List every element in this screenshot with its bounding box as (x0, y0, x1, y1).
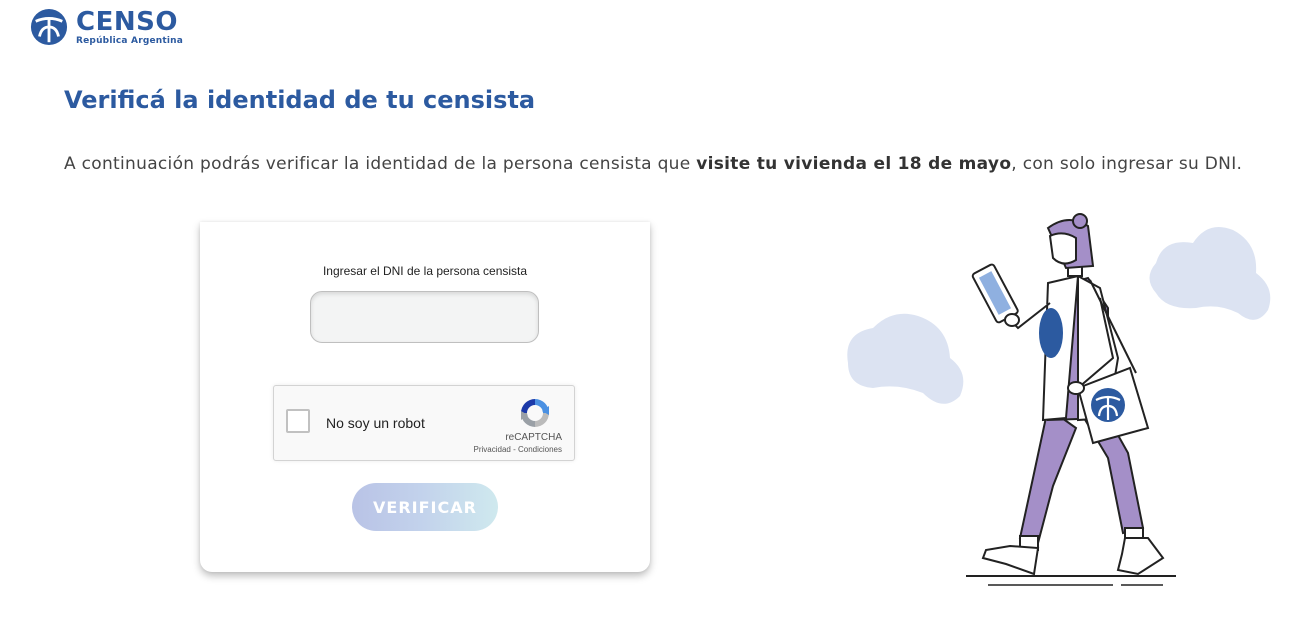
censo-logo[interactable]: CENSO República Argentina (30, 8, 183, 46)
page: CENSO República Argentina Verificá la id… (0, 0, 1309, 617)
verification-card: Ingresar el DNI de la persona censista N… (200, 222, 650, 572)
verify-button[interactable]: VERIFICAR (352, 483, 498, 531)
right-blob (1149, 226, 1271, 320)
recaptcha-widget: No soy un robot reCAPTCHA Privacidad - C… (273, 385, 575, 461)
dni-label: Ingresar el DNI de la persona censista (322, 264, 528, 278)
logo-text: CENSO República Argentina (76, 9, 183, 46)
page-title: Verificá la identidad de tu censista (64, 86, 536, 114)
recaptcha-brand: reCAPTCHA (505, 432, 562, 443)
recaptcha-logo-icon (521, 399, 549, 427)
intro-prefix: A continuación podrás verificar la ident… (64, 154, 697, 174)
recaptcha-label: No soy un robot (326, 415, 425, 431)
recaptcha-links[interactable]: Privacidad - Condiciones (474, 445, 563, 454)
intro-text: A continuación podrás verificar la ident… (64, 154, 1242, 174)
logo-subtitle: República Argentina (76, 35, 184, 46)
census-worker-illustration (847, 213, 1271, 586)
logo-title: CENSO (76, 6, 178, 37)
censo-logo-icon (30, 8, 68, 46)
recaptcha-checkbox[interactable] (286, 409, 310, 433)
dni-input[interactable] (310, 291, 539, 343)
left-blob (847, 313, 964, 404)
intro-suffix: , con solo ingresar su DNI. (1011, 154, 1243, 174)
intro-bold: visite tu vivienda el 18 de mayo (696, 154, 1012, 174)
